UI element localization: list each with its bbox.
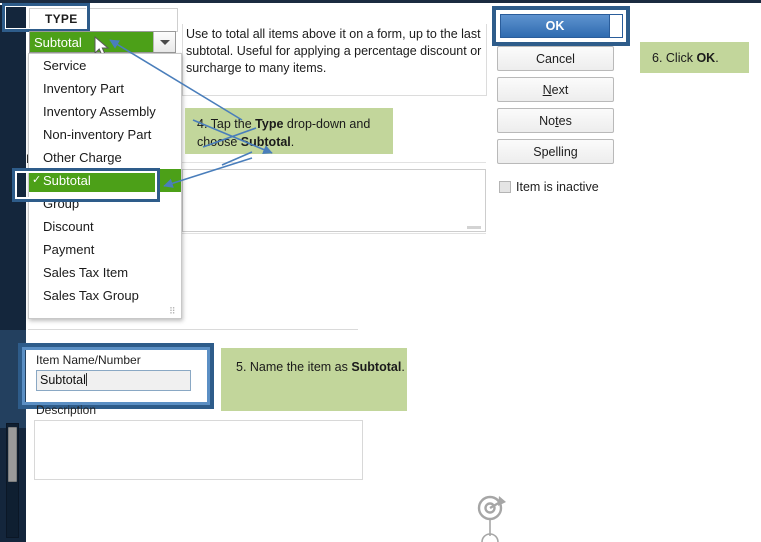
dropdown-resize-grip-icon[interactable]: ⠿ — [169, 307, 178, 316]
callout-6-pre: 6. Click — [652, 51, 697, 65]
dropdown-option-payment[interactable]: Payment — [29, 238, 181, 261]
dropdown-option-inventory-part[interactable]: Inventory Part — [29, 77, 181, 100]
callout-5-pre: 5. Name the item as — [236, 360, 352, 374]
type-secondary-textarea[interactable] — [182, 169, 486, 232]
callout-6-bold: OK — [696, 51, 716, 65]
cancel-button[interactable]: Cancel — [497, 46, 614, 71]
callout-step-5: 5. Name the item as Subtotal. — [221, 348, 407, 411]
next-button-label: Next — [542, 82, 569, 97]
type-combobox-value: Subtotal — [34, 35, 82, 50]
notes-button[interactable]: Notes — [497, 108, 614, 133]
cancel-button-label: Cancel — [536, 51, 575, 66]
type-label-highlight-inner — [5, 6, 87, 29]
mid-rule-bottom — [182, 233, 486, 234]
help-line-1: Use to total all items above it on a for… — [186, 27, 481, 41]
ok-button-highlight-inner — [496, 10, 626, 42]
mid-rule-top — [182, 162, 486, 163]
callout-4-bold-type: Type — [255, 117, 284, 131]
resize-grip-icon — [467, 226, 481, 229]
item-name-highlight-inner — [22, 347, 210, 405]
notes-button-label: Notes — [539, 113, 572, 128]
dropdown-option-non-inventory-part[interactable]: Non-inventory Part — [29, 123, 181, 146]
sidebar-scrollbar-thumb[interactable] — [8, 427, 17, 482]
subtotal-option-highlight-inner — [15, 171, 157, 199]
help-line-2: subtotal. Useful for applying a percenta… — [186, 44, 482, 58]
spelling-button-label: Spelling — [533, 144, 578, 159]
dropdown-option-sales-tax-group[interactable]: Sales Tax Group — [29, 284, 181, 307]
screenshot-root: Ite De Use to total all items above it o… — [0, 0, 761, 542]
description-label: Description — [36, 403, 97, 417]
next-button[interactable]: Next — [497, 77, 614, 102]
callout-4-post: . — [290, 135, 295, 149]
type-help-text: Use to total all items above it on a for… — [186, 26, 486, 77]
form-divider-rule — [28, 329, 358, 330]
callout-5-bold: Subtotal — [351, 360, 402, 374]
dropdown-option-inventory-assembly[interactable]: Inventory Assembly — [29, 100, 181, 123]
help-line-3: surcharge to many items. — [186, 61, 327, 75]
rotate-cursor-icon — [477, 495, 506, 542]
callout-5-post: . — [401, 360, 405, 374]
callout-step-4: 4. Tap the Type drop-down and choose Sub… — [185, 108, 393, 154]
item-inactive-label: Item is inactive — [516, 180, 599, 194]
spelling-button[interactable]: Spelling — [497, 139, 614, 164]
type-combobox-dropdown-button[interactable] — [153, 32, 175, 52]
dropdown-option-discount[interactable]: Discount — [29, 215, 181, 238]
callout-4-bold-subtotal: Subtotal — [240, 135, 291, 149]
callout-step-6: 6. Click OK. — [640, 42, 749, 73]
callout-4-pre: 4. Tap the — [197, 117, 256, 131]
callout-6-post: . — [715, 51, 719, 65]
chevron-down-icon — [159, 39, 170, 45]
description-textarea[interactable] — [34, 420, 363, 480]
dropdown-option-service[interactable]: Service — [29, 54, 181, 77]
dropdown-option-sales-tax-item[interactable]: Sales Tax Item — [29, 261, 181, 284]
dropdown-option-other-charge[interactable]: Other Charge — [29, 146, 181, 169]
item-inactive-checkbox[interactable] — [499, 181, 511, 193]
